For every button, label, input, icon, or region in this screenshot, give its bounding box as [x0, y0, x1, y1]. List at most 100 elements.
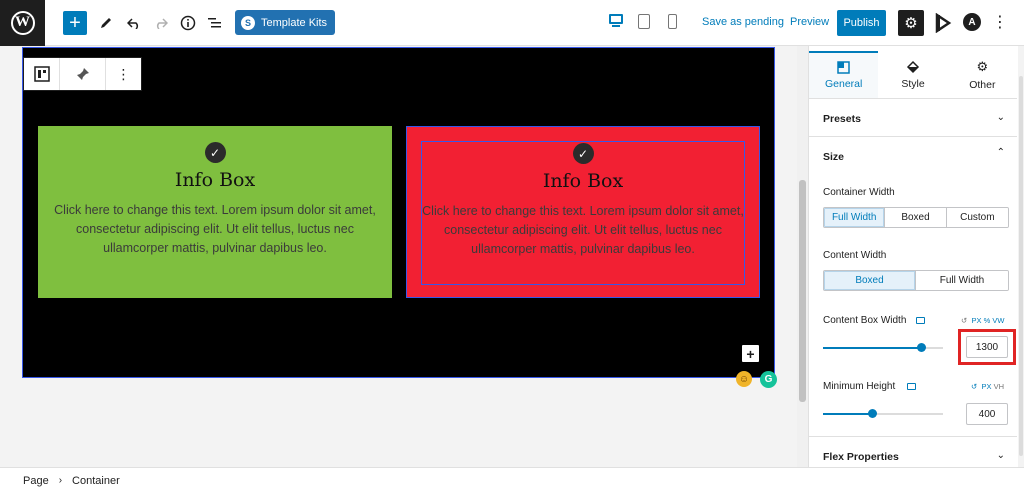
size-title[interactable]: Size	[823, 151, 844, 163]
info-box-text[interactable]: Click here to change this text. Lorem ip…	[50, 201, 380, 258]
info-box-title[interactable]: Info Box	[175, 169, 255, 191]
add-inner-block-button[interactable]: +	[742, 345, 759, 362]
chevron-up-icon[interactable]: ⌃	[997, 147, 1005, 158]
tab-style[interactable]: Style	[878, 51, 947, 98]
slider-handle[interactable]	[868, 409, 877, 418]
wordpress-logo-button[interactable]: W	[0, 0, 45, 46]
chevron-down-icon: ⌄	[996, 450, 1005, 461]
wordpress-logo-icon: W	[10, 10, 35, 35]
undo-icon	[127, 18, 139, 29]
template-kits-button[interactable]: S Template Kits	[235, 10, 336, 35]
container-width-label: Container Width	[823, 187, 895, 198]
content-width-label: Content Width	[823, 250, 887, 261]
pencil-icon	[101, 18, 111, 28]
info-icon	[180, 15, 196, 31]
tab-general[interactable]: General	[809, 51, 879, 98]
editor-canvas: ⋮ ✓ Info Box Click here to change this t…	[0, 46, 808, 467]
unit-px[interactable]: PX	[971, 316, 981, 325]
tab-other[interactable]: ⚙ Other	[948, 51, 1017, 98]
tab-other-label: Other	[969, 78, 996, 91]
pin-icon	[76, 68, 89, 80]
slider-handle[interactable]	[917, 343, 926, 352]
content-width-boxed[interactable]: Boxed	[824, 271, 916, 290]
canvas-scrollbar[interactable]	[797, 46, 808, 467]
tablet-icon	[638, 14, 650, 29]
drag-handle[interactable]	[60, 58, 106, 90]
preview-link[interactable]: Preview	[790, 16, 829, 28]
redo-icon	[156, 18, 168, 29]
save-as-pending-link[interactable]: Save as pending	[702, 16, 784, 28]
sidebar-scrollbar-thumb[interactable]	[1019, 76, 1023, 456]
grammarly-icon[interactable]: G	[760, 371, 777, 388]
container-width-custom[interactable]: Custom	[946, 208, 1008, 227]
slider-fill	[823, 347, 921, 349]
container-width-boxed[interactable]: Boxed	[885, 208, 947, 227]
flex-properties-title: Flex Properties	[823, 451, 899, 463]
mobile-preview-button[interactable]	[668, 14, 682, 32]
desktop-preview-button[interactable]	[609, 14, 623, 32]
publish-button[interactable]: Publish	[837, 10, 886, 36]
block-options-button[interactable]: ⋮	[106, 58, 141, 90]
sidebar-scrollbar[interactable]	[1018, 46, 1024, 467]
content-width-control: Boxed Full Width	[823, 270, 1009, 291]
chevron-right-icon: ›	[58, 475, 63, 486]
chevron-down-icon: ⌄	[996, 112, 1005, 123]
canvas-scrollbar-thumb[interactable]	[799, 180, 806, 402]
selection-outline	[421, 141, 745, 285]
desktop-icon[interactable]	[916, 317, 925, 324]
minimum-height-slider[interactable]	[823, 409, 943, 418]
settings-button[interactable]: ⚙	[898, 10, 924, 36]
block-type-button[interactable]	[24, 58, 60, 90]
astra-logo-icon: A	[968, 16, 976, 28]
layout-icon	[837, 61, 850, 74]
reset-icon[interactable]: ↺	[971, 382, 977, 391]
breadcrumb-item-page[interactable]: Page	[23, 475, 49, 487]
add-block-button[interactable]: +	[63, 11, 87, 35]
content-box-width-slider[interactable]	[823, 343, 943, 352]
options-menu-button[interactable]: ⋮	[992, 13, 1008, 33]
minimum-height-units[interactable]: ↺ PX VH	[971, 382, 1004, 391]
content-box-width-units[interactable]: ↺ PX % VW	[961, 316, 1004, 325]
unit-vh[interactable]: VH	[994, 382, 1004, 391]
unit-px[interactable]: PX	[981, 382, 991, 391]
desktop-icon[interactable]	[907, 383, 916, 390]
minimum-height-input[interactable]: 400	[966, 403, 1008, 425]
slider-fill	[823, 413, 872, 415]
editor-root: W + S Template Kits Save as pending Prev…	[0, 0, 1024, 493]
container-width-full[interactable]: Full Width	[824, 208, 886, 227]
flex-properties-panel-header[interactable]: Flex Properties ⌄	[809, 437, 1017, 467]
tablet-preview-button[interactable]	[638, 14, 652, 32]
plugin-logo-icon	[935, 12, 952, 34]
tab-style-label: Style	[901, 77, 925, 90]
template-kits-icon: S	[241, 15, 255, 30]
minimum-height-label: Minimum Height	[823, 381, 896, 392]
info-box-green[interactable]: ✓ Info Box Click here to change this tex…	[38, 126, 392, 298]
reset-icon[interactable]: ↺	[961, 316, 967, 325]
desktop-icon-base	[612, 25, 620, 27]
emoji-icon[interactable]: ☺	[736, 371, 752, 387]
check-circle-icon: ✓	[204, 142, 226, 163]
details-button[interactable]	[179, 11, 197, 35]
content-width-full[interactable]: Full Width	[916, 271, 1008, 290]
plugin-button[interactable]	[934, 12, 952, 34]
block-toolbar: ⋮	[23, 57, 142, 91]
presets-panel-header[interactable]: Presets ⌄	[809, 99, 1017, 137]
list-view-button[interactable]	[206, 11, 224, 35]
settings-sidebar: General Style ⚙ Other Presets ⌄ Size ⌃ C…	[808, 46, 1024, 467]
unit-percent[interactable]: %	[984, 316, 991, 325]
mobile-icon	[668, 14, 677, 29]
unit-vw[interactable]: VW	[992, 316, 1004, 325]
gear-icon: ⚙	[976, 58, 989, 74]
size-panel: Size ⌃ Container Width Full Width Boxed …	[809, 137, 1017, 437]
template-kits-label: Template Kits	[261, 16, 328, 29]
tools-button[interactable]	[97, 11, 115, 35]
list-view-icon	[208, 18, 221, 28]
redo-button[interactable]	[152, 11, 170, 35]
astra-button[interactable]: A	[963, 13, 981, 31]
undo-button[interactable]	[125, 11, 143, 35]
paint-bucket-icon	[906, 60, 920, 73]
breadcrumb-item-container[interactable]: Container	[72, 475, 120, 487]
info-box-red[interactable]: ✓ Info Box Click here to change this tex…	[406, 126, 760, 298]
container-block[interactable]: ⋮ ✓ Info Box Click here to change this t…	[22, 47, 775, 378]
gear-icon: ⚙	[904, 15, 918, 32]
